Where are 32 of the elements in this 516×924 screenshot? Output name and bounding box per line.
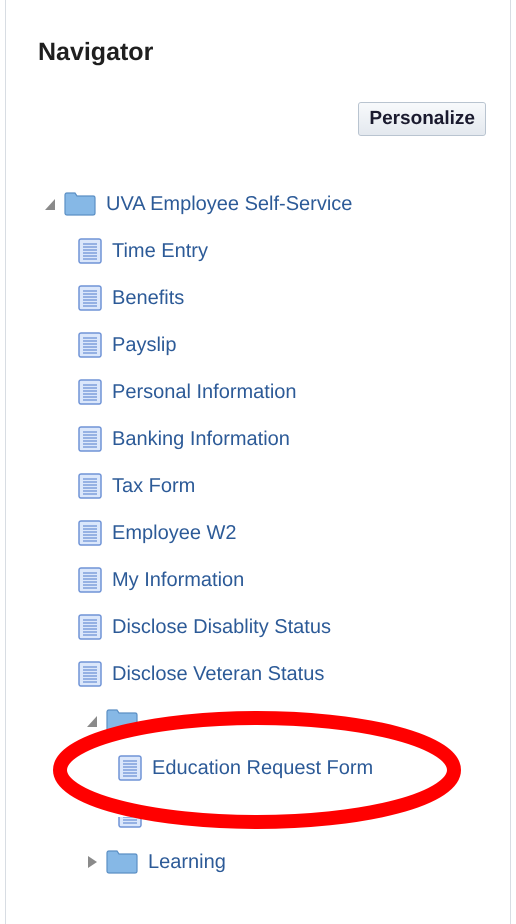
document-icon	[78, 566, 102, 592]
document-icon	[78, 660, 102, 686]
page-link[interactable]: Time Entry	[112, 236, 208, 266]
panel-title: Navigator	[38, 37, 154, 68]
document-icon	[118, 816, 142, 828]
page-link[interactable]: Education Request Form	[152, 752, 374, 782]
page-link[interactable]: Disclose Disablity Status	[112, 612, 331, 642]
document-icon	[78, 378, 102, 404]
document-icon	[78, 332, 102, 358]
document-icon	[118, 754, 142, 780]
expand-triangle-icon[interactable]	[86, 854, 98, 868]
personalize-button[interactable]: Personalize	[358, 102, 486, 136]
page-link[interactable]: Benefits	[112, 282, 184, 312]
folder-icon	[64, 192, 96, 216]
page-link[interactable]: Personal Information	[112, 376, 297, 406]
document-icon	[78, 426, 102, 452]
collapse-triangle-icon[interactable]	[86, 714, 98, 728]
page-link[interactable]: Disclose Veteran Status	[112, 658, 324, 688]
page-link[interactable]: My Information	[112, 564, 244, 594]
collapse-triangle-icon[interactable]	[44, 196, 56, 210]
page-link[interactable]: Tax Form	[112, 470, 196, 500]
document-icon	[78, 472, 102, 498]
page-link[interactable]: Employee W2	[112, 518, 236, 548]
folder-icon	[106, 850, 138, 874]
document-icon	[78, 238, 102, 264]
page-link[interactable]: Banking Information	[112, 424, 290, 454]
document-icon	[78, 520, 102, 546]
folder-link[interactable]: UVA Employee Self-Service	[106, 188, 352, 218]
document-icon	[78, 614, 102, 640]
folder-link[interactable]: Learning	[148, 846, 226, 876]
document-icon	[78, 284, 102, 310]
page-link[interactable]: Payslip	[112, 330, 176, 360]
